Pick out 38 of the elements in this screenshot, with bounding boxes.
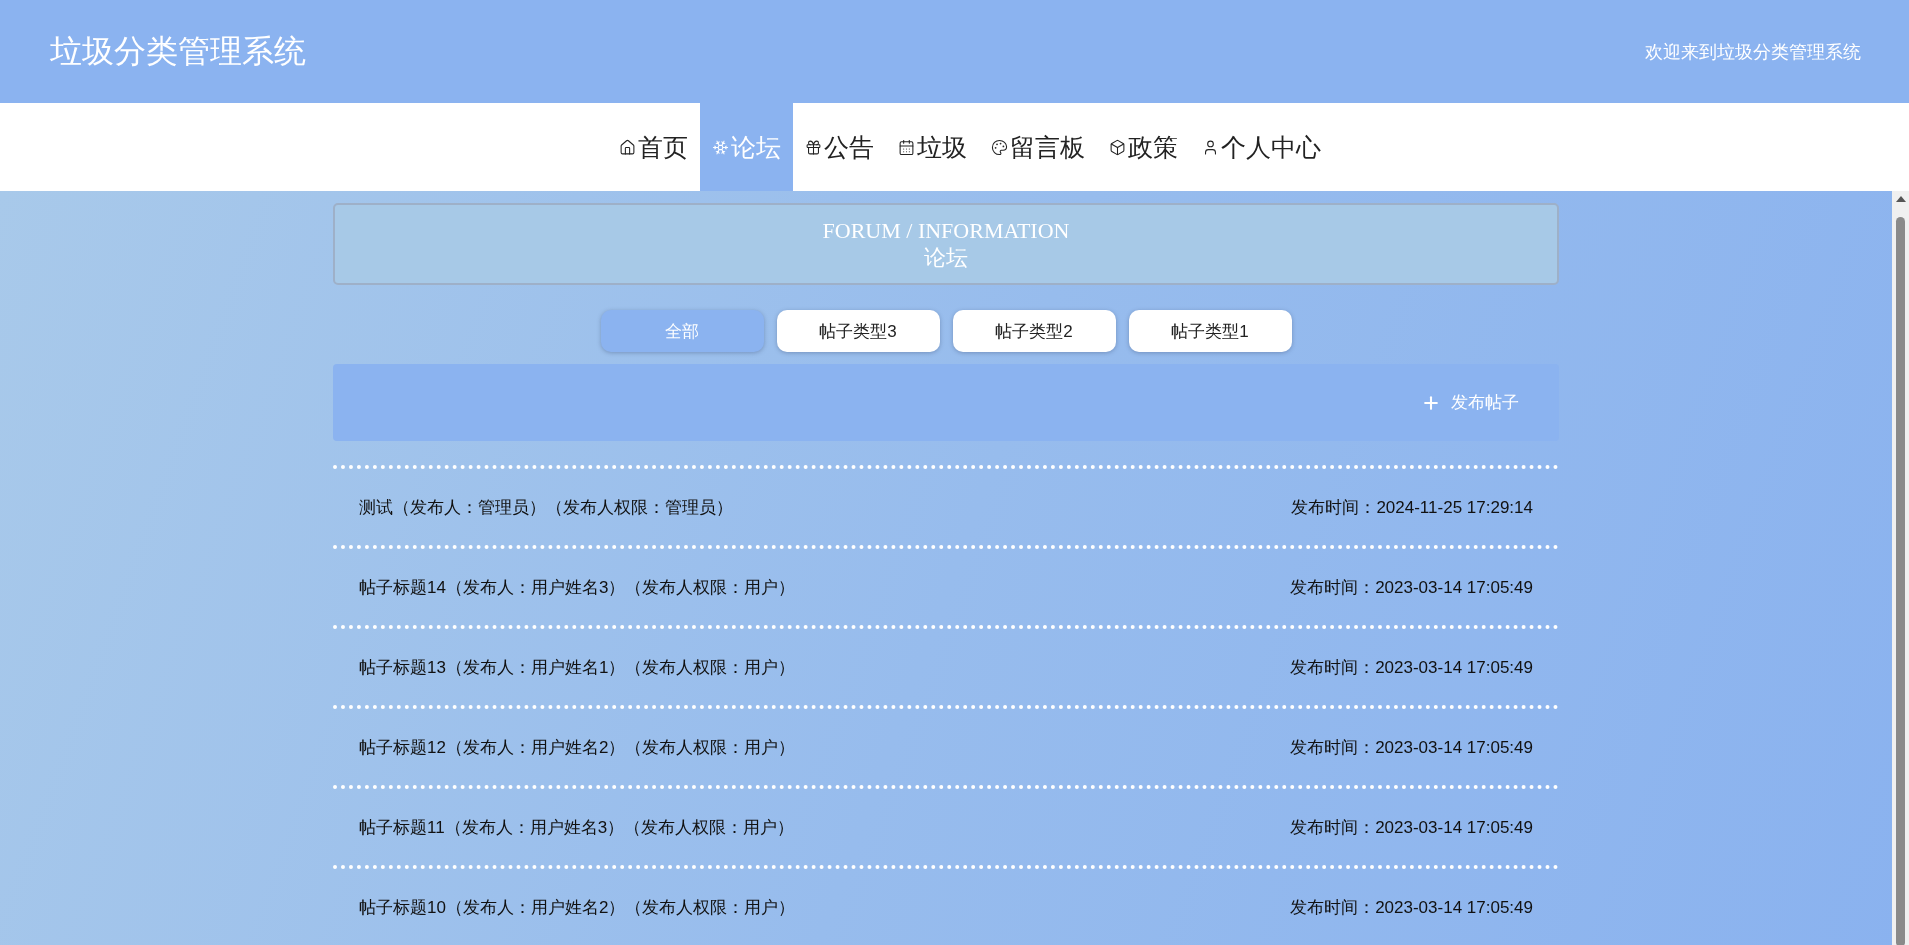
- post-title: 帖子标题10（发布人：用户姓名2）（发布人权限：用户）: [359, 896, 796, 919]
- post-time: 发布时间：2023-03-14 17:05:49: [1290, 736, 1533, 759]
- post-title: 帖子标题11（发布人：用户姓名3）（发布人权限：用户）: [359, 816, 795, 839]
- post-row[interactable]: 帖子标题12（发布人：用户姓名2）（发布人权限：用户） 发布时间：2023-03-14 17:05:49: [333, 705, 1559, 785]
- post-row[interactable]: 帖子标题14（发布人：用户姓名3）（发布人权限：用户） 发布时间：2023-03-14 17:05:49: [333, 545, 1559, 625]
- site-title: 垃圾分类管理系统: [50, 31, 306, 71]
- home-icon: [618, 138, 636, 156]
- post-time: 发布时间：2023-03-14 17:05:49: [1290, 656, 1533, 679]
- post-title: 测试（发布人：管理员）（发布人权限：管理员）: [359, 496, 733, 519]
- nav-tab[interactable]: 垃圾: [885, 103, 979, 191]
- nav-tab[interactable]: 公告: [792, 103, 886, 191]
- filter-button[interactable]: 帖子类型2: [952, 310, 1116, 353]
- nav-tab[interactable]: 首页: [606, 103, 700, 191]
- post-title: 帖子标题14（发布人：用户姓名3）（发布人权限：用户）: [359, 576, 796, 599]
- filter-button[interactable]: 帖子类型3: [776, 310, 940, 353]
- post-row[interactable]: 测试（发布人：管理员）（发布人权限：管理员） 发布时间：2024-11-25 17:29:14: [333, 465, 1559, 545]
- post-row[interactable]: 帖子标题13（发布人：用户姓名1）（发布人权限：用户） 发布时间：2023-03-14 17:05:49: [333, 625, 1559, 705]
- post-title: 帖子标题13（发布人：用户姓名1）（发布人权限：用户）: [359, 656, 796, 679]
- nav-tab[interactable]: 留言板: [978, 103, 1097, 191]
- post-row[interactable]: 帖子标题11（发布人：用户姓名3）（发布人权限：用户） 发布时间：2023-03-14 17:05:49: [333, 785, 1559, 865]
- post-time: 发布时间：2024-11-25 17:29:14: [1291, 496, 1533, 519]
- post-row[interactable]: 帖子标题10（发布人：用户姓名2）（发布人权限：用户） 发布时间：2023-03-14 17:05:49: [333, 865, 1559, 945]
- palette-icon: [990, 138, 1008, 156]
- welcome-text: 欢迎来到垃圾分类管理系统: [1645, 40, 1861, 64]
- scrollbar[interactable]: [1892, 191, 1909, 945]
- post-time: 发布时间：2023-03-14 17:05:49: [1290, 816, 1533, 839]
- nav-tab[interactable]: 政策: [1096, 103, 1190, 191]
- calendar-icon: [897, 138, 915, 156]
- post-time: 发布时间：2023-03-14 17:05:49: [1290, 896, 1533, 919]
- filter-button[interactable]: 帖子类型1: [1128, 310, 1292, 353]
- post-time: 发布时间：2023-03-14 17:05:49: [1290, 576, 1533, 599]
- gift-icon: [804, 138, 822, 156]
- banner-title: FORUM / INFORMATION: [822, 217, 1070, 245]
- post-title: 帖子标题12（发布人：用户姓名2）（发布人权限：用户）: [359, 736, 796, 759]
- nav-tab[interactable]: 个人中心: [1189, 103, 1333, 191]
- banner-subtitle: 论坛: [924, 244, 968, 272]
- cube-icon: [1108, 138, 1126, 156]
- snowflake-icon: [711, 138, 729, 156]
